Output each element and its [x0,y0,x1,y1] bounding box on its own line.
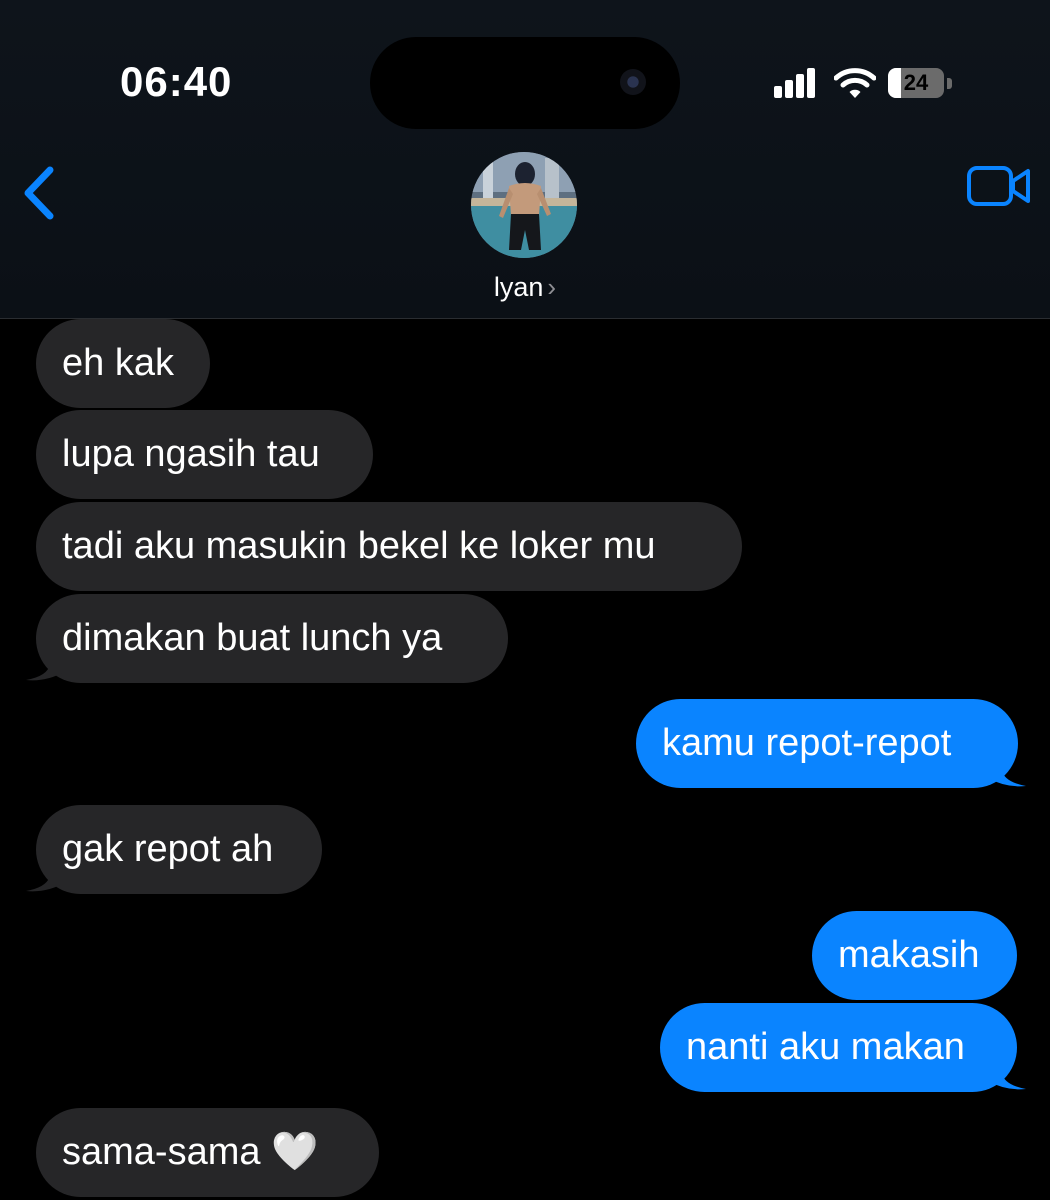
contact-name-button[interactable]: lyan › [0,272,1050,303]
message-bubble-incoming[interactable]: eh kak [36,319,210,408]
back-chevron-icon[interactable] [18,162,62,226]
wifi-icon [834,68,876,98]
message-bubble-incoming[interactable]: dimakan buat lunch ya [36,594,508,683]
battery-cap [947,78,952,89]
message-bubble-incoming[interactable]: tadi aku masukin bekel ke loker mu [36,502,742,591]
dynamic-island [370,37,680,129]
front-camera-icon [620,69,646,95]
message-bubble-outgoing[interactable]: nanti aku makan [660,1003,1017,1092]
message-bubble-incoming[interactable]: gak repot ah [36,805,322,894]
bubble-tail [988,754,1026,787]
bubble-tail [988,1057,1026,1090]
message-bubble-incoming[interactable]: lupa ngasih tau [36,410,373,499]
message-bubble-outgoing[interactable]: kamu repot-repot [636,699,1018,788]
bubble-tail [26,859,64,892]
status-icons: 24 [772,66,962,106]
contact-name: lyan [493,272,544,302]
message-bubble-incoming[interactable]: sama-sama 🤍 [36,1108,379,1197]
avatar-photo [471,152,577,258]
status-time: 06:40 [120,58,233,105]
contact-avatar[interactable] [471,152,577,258]
bubble-tail [26,648,64,681]
cellular-signal-icon [772,66,822,98]
video-call-icon[interactable] [966,164,1032,208]
chevron-right-icon: › [547,272,557,302]
conversation-header: 06:40 24 lyan › [0,0,1050,319]
battery-icon: 24 [888,68,944,98]
message-bubble-outgoing[interactable]: makasih [812,911,1017,1000]
battery-level: 24 [903,70,929,95]
